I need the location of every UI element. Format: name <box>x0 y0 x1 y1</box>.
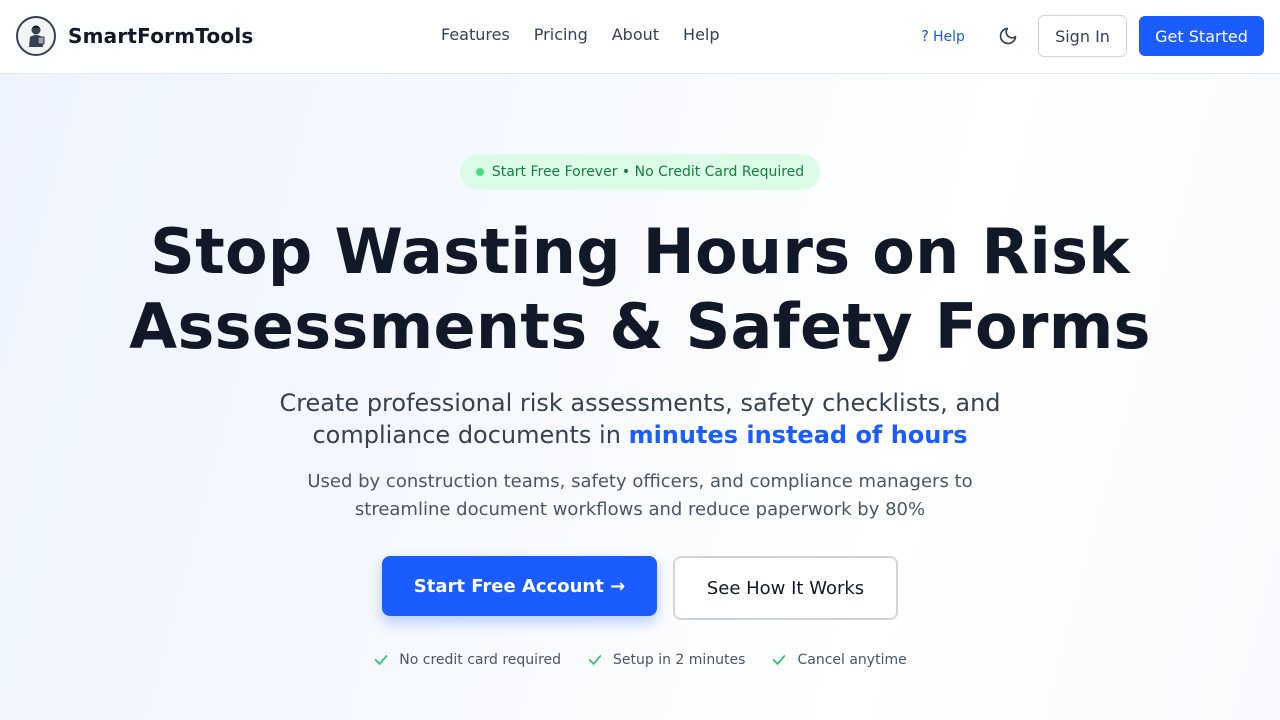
brand[interactable]: SmartFormTools <box>16 16 254 56</box>
feature-item: Cancel anytime <box>771 652 907 668</box>
hero-headline: Stop Wasting Hours on Risk Assessments &… <box>0 214 1280 364</box>
badge-label: Start Free Forever • No Credit Card Requ… <box>491 164 805 180</box>
question-mark-icon: ? <box>921 27 929 45</box>
nav-about[interactable]: About <box>612 24 659 46</box>
nav-features[interactable]: Features <box>441 24 510 46</box>
start-free-account-button[interactable]: Start Free Account → <box>382 556 657 616</box>
subhead-accent: minutes instead of hours <box>628 421 968 449</box>
status-dot-icon <box>475 168 484 176</box>
cta-row: Start Free Account → See How It Works <box>0 556 1280 620</box>
nav-pricing[interactable]: Pricing <box>534 24 588 46</box>
hero-description: Used by construction teams, safety offic… <box>0 468 1280 524</box>
desc-line-2: streamline document workflows and reduce… <box>354 499 926 520</box>
help-link[interactable]: ? Help <box>921 26 965 47</box>
nav-help[interactable]: Help <box>683 24 719 46</box>
feature-label: Cancel anytime <box>797 652 907 668</box>
subhead-line-1: Create professional risk assessments, sa… <box>279 389 1001 417</box>
subhead-line-2: compliance documents in <box>312 421 629 449</box>
main-nav: Features Pricing About Help <box>441 24 744 46</box>
theme-toggle-button[interactable] <box>994 22 1022 50</box>
headline-line-2: Assessments & Safety Forms <box>129 290 1151 363</box>
sign-in-button[interactable]: Sign In <box>1038 15 1127 57</box>
feature-label: Setup in 2 minutes <box>613 652 746 668</box>
moon-icon <box>999 27 1017 45</box>
free-forever-badge: Start Free Forever • No Credit Card Requ… <box>460 154 820 190</box>
feature-item: No credit card required <box>373 652 561 668</box>
check-icon <box>773 655 786 665</box>
hero-subheading: Create professional risk assessments, sa… <box>0 387 1280 451</box>
get-started-button[interactable]: Get Started <box>1139 16 1264 56</box>
feature-label: No credit card required <box>399 652 562 668</box>
check-icon <box>588 655 602 665</box>
brand-name: SmartFormTools <box>68 24 254 48</box>
worker-logo-icon <box>16 16 56 56</box>
desc-line-1: Used by construction teams, safety offic… <box>307 471 973 492</box>
check-icon <box>375 655 388 665</box>
help-link-label: Help <box>932 29 965 45</box>
site-header: SmartFormTools Features Pricing About He… <box>0 0 1280 74</box>
feature-list: No credit card required Setup in 2 minut… <box>0 652 1280 668</box>
see-how-it-works-button[interactable]: See How It Works <box>673 556 898 620</box>
headline-line-1: Stop Wasting Hours on Risk <box>150 215 1130 288</box>
landing-page: SmartFormTools Features Pricing About He… <box>0 0 1280 720</box>
feature-item: Setup in 2 minutes <box>587 652 745 668</box>
